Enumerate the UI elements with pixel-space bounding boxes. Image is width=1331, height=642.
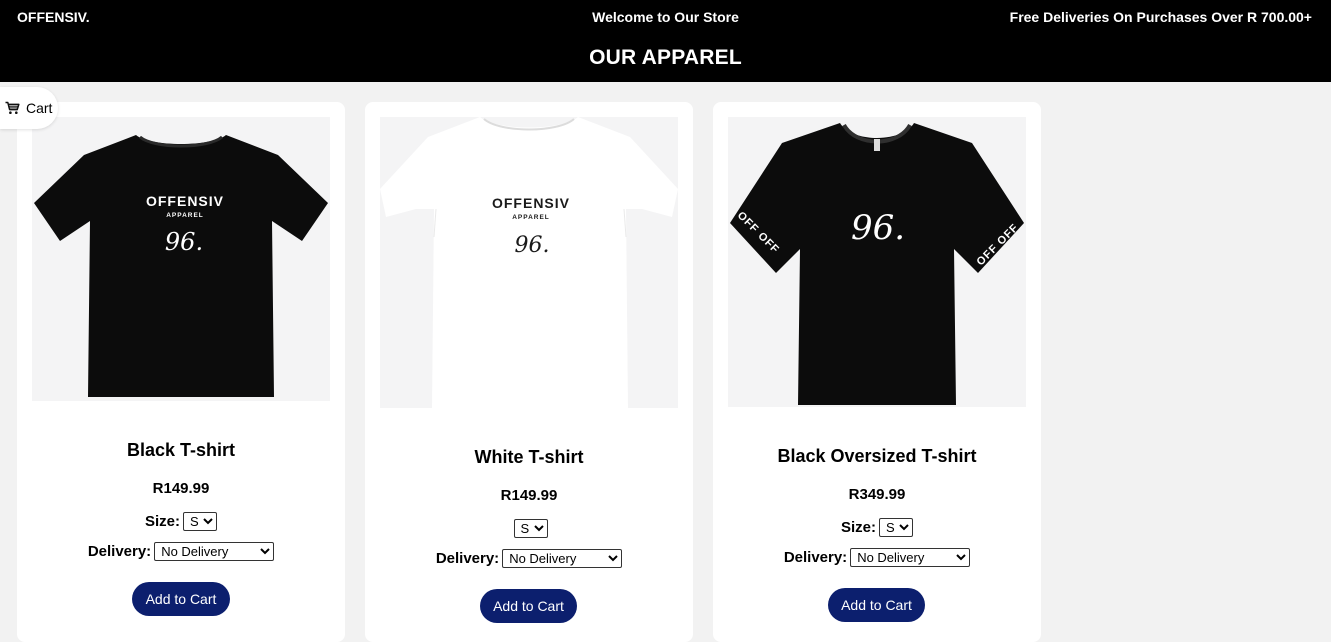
delivery-row: Delivery: No Delivery (365, 549, 693, 568)
delivery-select[interactable]: No Delivery (502, 549, 623, 568)
delivery-row: Delivery: No Delivery (17, 542, 345, 561)
product-price: R149.99 (500, 487, 558, 504)
black-tshirt-image: OFFENSIV APPAREL 96. (34, 135, 328, 397)
top-header: OFFENSIV. Welcome to Our Store Free Deli… (0, 0, 1331, 82)
delivery-select[interactable]: No Delivery (850, 548, 971, 567)
shirt-body (380, 117, 678, 408)
add-to-cart-button[interactable]: Add to Cart (480, 589, 577, 623)
add-to-cart-button[interactable]: Add to Cart (132, 582, 230, 616)
size-select[interactable]: S (183, 512, 217, 531)
product-card-black-oversized-tshirt: 96. OFF OFF OFF OFF Black Oversized T-sh… (713, 102, 1041, 642)
delivery-select[interactable]: No Delivery (154, 542, 275, 561)
print-sub: APPAREL (166, 212, 204, 219)
print-title: OFFENSIV (146, 193, 224, 209)
product-price: R149.99 (152, 480, 210, 497)
product-card-white-tshirt: OFFENSIV APPAREL 96. White T-shirt R149.… (365, 102, 693, 642)
shopping-cart-icon (5, 101, 20, 114)
product-card-black-tshirt: OFFENSIV APPAREL 96. Black T-shirt R149.… (17, 102, 345, 642)
product-image[interactable]: 96. OFF OFF OFF OFF (728, 117, 1026, 407)
cart-button[interactable]: Cart (0, 87, 58, 129)
product-name: Black Oversized T-shirt (777, 446, 977, 466)
size-select[interactable]: S (513, 519, 548, 538)
cart-label: Cart (26, 100, 53, 116)
page-title: OUR APPAREL (589, 46, 742, 69)
size-row: S (365, 519, 693, 538)
shirt-body (34, 135, 328, 397)
size-select[interactable]: S (879, 518, 913, 537)
print-title: OFFENSIV (492, 195, 570, 211)
delivery-label: Delivery: (87, 543, 152, 560)
delivery-label: Delivery: (435, 550, 500, 567)
product-name: Black T-shirt (126, 440, 236, 460)
product-name: White T-shirt (474, 447, 584, 467)
delivery-label: Delivery: (783, 549, 848, 566)
delivery-row: Delivery: No Delivery (713, 548, 1041, 567)
size-label: Size: (144, 513, 180, 530)
product-image[interactable]: OFFENSIV APPAREL 96. (32, 117, 330, 401)
print-sub: APPAREL (512, 214, 550, 221)
brand-logo[interactable]: OFFENSIV. (17, 9, 90, 25)
print-number: 96. (515, 233, 550, 258)
white-tshirt-image: OFFENSIV APPAREL 96. (380, 117, 678, 408)
print-number: 96. (851, 208, 905, 248)
product-image[interactable]: OFFENSIV APPAREL 96. (380, 117, 678, 408)
size-row: Size: S (713, 518, 1041, 537)
product-price: R349.99 (848, 486, 906, 503)
delivery-promo: Free Deliveries On Purchases Over R 700.… (1009, 9, 1312, 25)
print-number: 96. (165, 228, 203, 256)
black-oversized-tshirt-image: 96. OFF OFF OFF OFF (730, 123, 1024, 405)
add-to-cart-button[interactable]: Add to Cart (828, 588, 925, 622)
size-row: Size: S (17, 512, 345, 531)
size-label: Size: (840, 519, 876, 536)
